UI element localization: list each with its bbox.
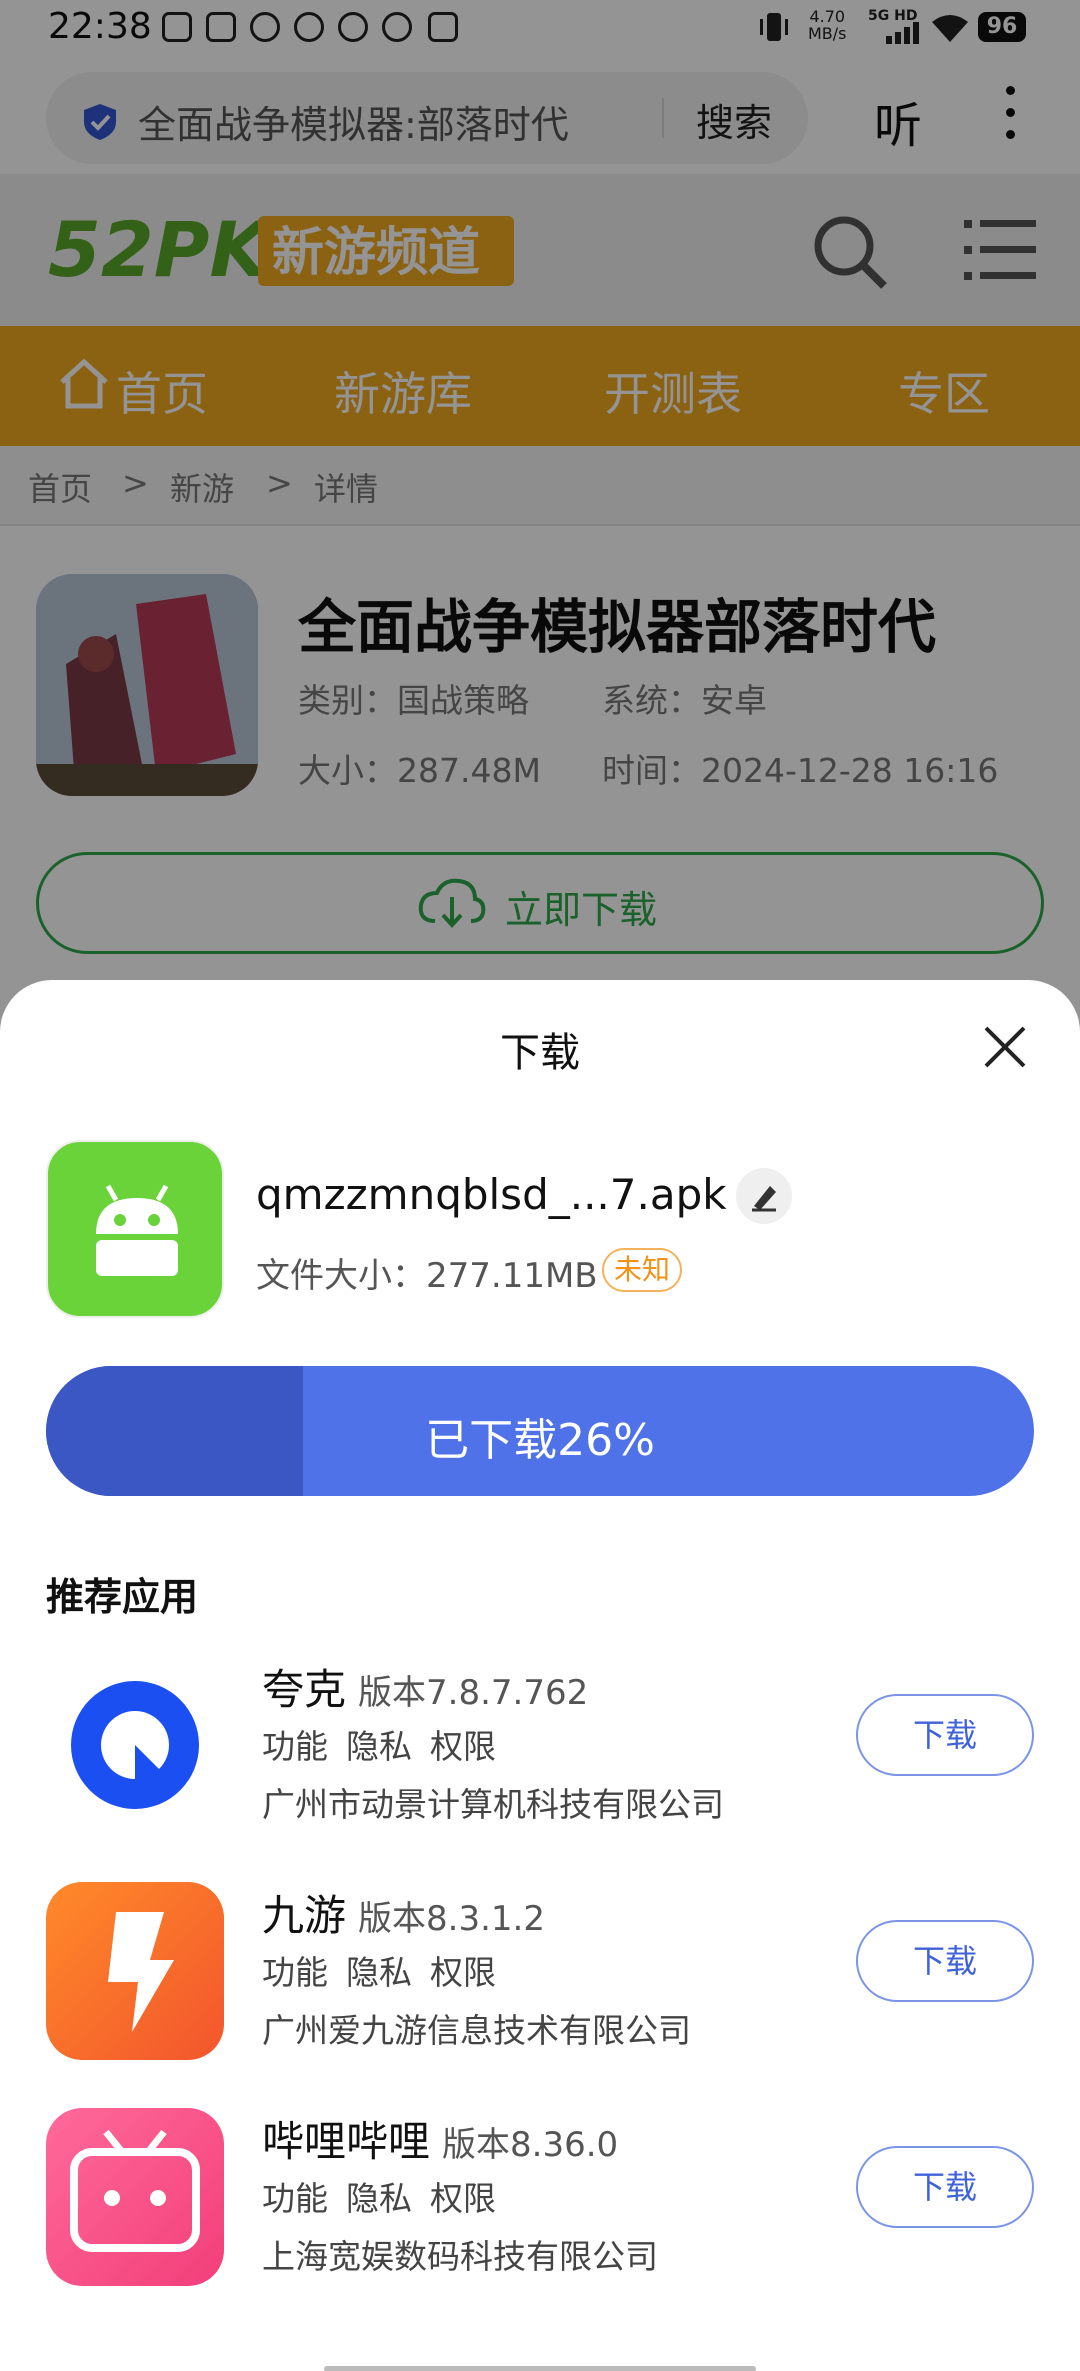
app-version: 版本7.8.7.762 <box>358 1673 589 1713</box>
sheet-title: 下载 <box>500 1030 580 1076</box>
android-apk-icon <box>46 1140 224 1318</box>
app-version: 版本8.36.0 <box>442 2125 619 2165</box>
recommended-app: 九游 版本8.3.1.2 功能 隐私 权限 广州爱九游信息技术有限公司 下载 <box>0 1882 1080 2108</box>
app-feature-link[interactable]: 功能 <box>262 2179 328 2218</box>
file-name: qmzzmnqblsd_...7.apk <box>256 1170 727 1219</box>
app-permission-link[interactable]: 权限 <box>430 2179 496 2218</box>
app-feature-link[interactable]: 功能 <box>262 1727 328 1766</box>
app-links: 功能 隐私 权限 <box>262 1720 514 1768</box>
app-privacy-link[interactable]: 隐私 <box>346 1727 412 1766</box>
pencil-icon <box>752 1186 776 1212</box>
app-company: 广州爱九游信息技术有限公司 <box>262 2011 691 2050</box>
quark-app-icon <box>46 1656 224 1834</box>
app-name-line: 哔哩哔哩 版本8.36.0 <box>262 2108 618 2169</box>
home-indicator[interactable] <box>324 2366 756 2371</box>
app-permission-link[interactable]: 权限 <box>430 1727 496 1766</box>
app-download-button[interactable]: 下载 <box>856 1920 1034 2002</box>
app-name: 九游 <box>262 1891 347 1940</box>
app-download-button[interactable]: 下载 <box>856 1694 1034 1776</box>
app-name: 哔哩哔哩 <box>262 2117 431 2166</box>
jiuyou-app-icon <box>46 1882 224 2060</box>
download-progress-bar[interactable]: 已下载26% <box>46 1366 1034 1496</box>
download-sheet: 下载 qmzzmnqblsd_...7.apk 文件大小：277.11MB 未知… <box>0 980 1080 2371</box>
bilibili-app-icon <box>46 2108 224 2286</box>
close-icon[interactable] <box>980 1022 1030 1072</box>
app-name-line: 夸克 版本7.8.7.762 <box>262 1656 588 1717</box>
recommended-apps-title: 推荐应用 <box>46 1575 199 1619</box>
app-feature-link[interactable]: 功能 <box>262 1953 328 1992</box>
app-company: 广州市动景计算机科技有限公司 <box>262 1785 724 1824</box>
app-company: 上海宽娱数码科技有限公司 <box>262 2237 658 2276</box>
unknown-badge: 未知 <box>602 1248 683 1292</box>
app-privacy-link[interactable]: 隐私 <box>346 2179 412 2218</box>
recommended-app: 夸克 版本7.8.7.762 功能 隐私 权限 广州市动景计算机科技有限公司 下载 <box>0 1656 1080 1882</box>
app-links: 功能 隐私 权限 <box>262 1946 514 1994</box>
edit-filename-button[interactable] <box>736 1168 792 1224</box>
app-name: 夸克 <box>262 1665 347 1714</box>
app-links: 功能 隐私 权限 <box>262 2172 514 2220</box>
recommended-app: 哔哩哔哩 版本8.36.0 功能 隐私 权限 上海宽娱数码科技有限公司 下载 <box>0 2108 1080 2334</box>
app-permission-link[interactable]: 权限 <box>430 1953 496 1992</box>
app-version: 版本8.3.1.2 <box>358 1899 545 1939</box>
file-size: 文件大小：277.11MB <box>256 1256 598 1296</box>
progress-text: 已下载26% <box>425 1415 655 1466</box>
app-name-line: 九游 版本8.3.1.2 <box>262 1882 545 1943</box>
app-privacy-link[interactable]: 隐私 <box>346 1953 412 1992</box>
app-download-button[interactable]: 下载 <box>856 2146 1034 2228</box>
